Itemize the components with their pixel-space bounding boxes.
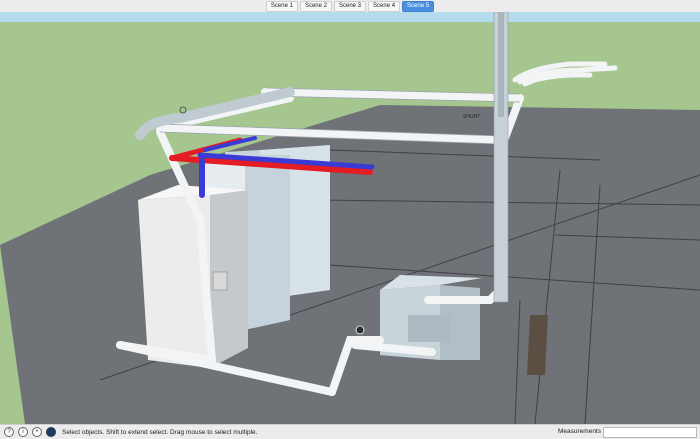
riser-cap: [498, 12, 504, 117]
help-icon[interactable]: ?: [4, 427, 14, 437]
floor-strip: [527, 315, 548, 375]
measurements-input[interactable]: [603, 427, 697, 438]
info-icon[interactable]: i: [18, 427, 28, 437]
pump-small-box: [408, 315, 450, 342]
tab-scene-5[interactable]: Scene 5: [402, 0, 435, 12]
status-bar: ? i • Select objects. Shift to extend se…: [0, 424, 700, 439]
control-box: [212, 271, 228, 291]
location-icon[interactable]: [46, 427, 56, 437]
shunt-label: SHUNT: [463, 114, 480, 120]
tab-scene-3[interactable]: Scene 3: [333, 0, 367, 12]
tab-scene-1[interactable]: Scene 1: [265, 0, 298, 12]
user-icon[interactable]: •: [32, 427, 42, 437]
valve-icon: [355, 325, 365, 335]
mid-tank: [245, 155, 290, 330]
measurements-label: Measurements: [558, 428, 601, 435]
tab-scene-4[interactable]: Scene 4: [368, 0, 401, 12]
status-message: Select objects. Shift to extend select. …: [62, 428, 258, 436]
model-viewport[interactable]: SHUNT: [0, 12, 700, 424]
tab-scene-2[interactable]: Scene 2: [299, 0, 332, 12]
